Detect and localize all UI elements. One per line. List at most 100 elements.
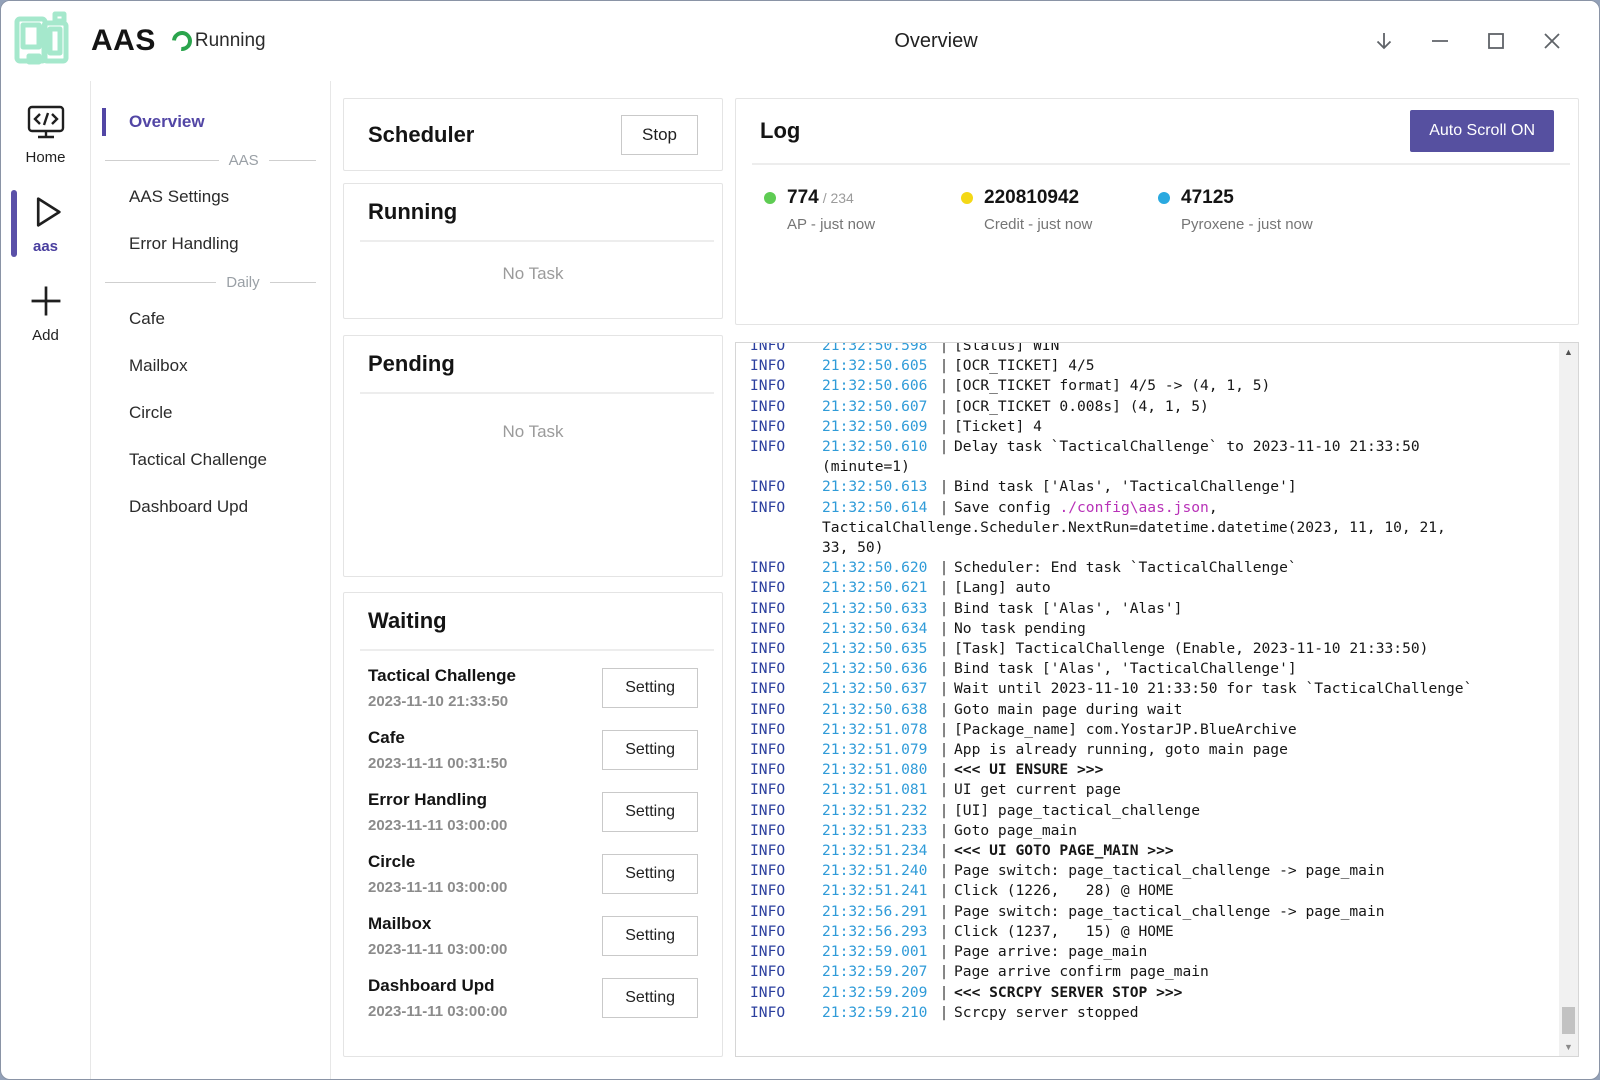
log-level: INFO <box>750 962 822 982</box>
log-line: INFO21:32:50.605|[OCR_TICKET] 4/5 <box>750 356 1559 376</box>
log-separator: | <box>934 780 954 800</box>
stat-value: 47125 <box>1181 187 1234 208</box>
log-separator: | <box>934 558 954 578</box>
log-message: No task pending <box>954 619 1559 639</box>
sidebar-item-label: Cafe <box>129 309 165 328</box>
log-message: [OCR_TICKET format] 4/5 -> (4, 1, 5) <box>954 376 1559 396</box>
log-timestamp: 21:32:56.291 <box>822 902 934 922</box>
rail-item-aas[interactable]: aas <box>1 192 90 255</box>
scheduler-status: Running <box>172 30 266 52</box>
log-timestamp: 21:32:50.620 <box>822 558 934 578</box>
log-message: Click (1226, 28) @ HOME <box>954 881 1559 901</box>
log-timestamp: 21:32:50.636 <box>822 659 934 679</box>
log-message: Scrcpy server stopped <box>954 1003 1559 1023</box>
log-level: INFO <box>750 780 822 800</box>
sidebar-item[interactable]: Mailbox <box>91 347 330 385</box>
log-separator: | <box>934 639 954 659</box>
sidebar-item-label: Tactical Challenge <box>129 450 267 469</box>
log-level <box>750 457 822 477</box>
log-line: INFO21:32:50.606|[OCR_TICKET format] 4/5… <box>750 376 1559 396</box>
log-line: INFO21:32:56.291|Page switch: page_tacti… <box>750 902 1559 922</box>
log-line: |33, 50) <box>750 538 1559 558</box>
scroll-down-icon[interactable]: ▼ <box>1559 1038 1578 1056</box>
log-message: Wait until 2023-11-10 21:33:50 for task … <box>954 679 1559 699</box>
log-timestamp: 21:32:51.233 <box>822 821 934 841</box>
scrollbar-thumb[interactable] <box>1562 1007 1575 1034</box>
setting-button[interactable]: Setting <box>602 730 698 770</box>
log-line: INFO21:32:59.209|<<< SCRCPY SERVER STOP … <box>750 983 1559 1003</box>
log-line: INFO21:32:59.210|Scrcpy server stopped <box>750 1003 1559 1023</box>
waiting-task-date: 2023-11-11 03:00:00 <box>368 1003 507 1020</box>
sidebar-item[interactable]: Overview <box>91 103 330 141</box>
running-empty-text: No Task <box>344 242 722 318</box>
log-level: INFO <box>750 397 822 417</box>
log-level: INFO <box>750 356 822 376</box>
log-message: Bind task ['Alas', 'Alas'] <box>954 599 1559 619</box>
log-message: <<< UI GOTO PAGE_MAIN >>> <box>954 841 1559 861</box>
rail-label: aas <box>33 238 58 255</box>
waiting-task-row: Dashboard Upd 2023-11-11 03:00:00 Settin… <box>368 967 698 1029</box>
log-timestamp: 21:32:50.621 <box>822 578 934 598</box>
sidebar-item-label: Mailbox <box>129 356 188 375</box>
log-separator: | <box>934 942 954 962</box>
rail-item-add[interactable]: Add <box>1 281 90 344</box>
log-separator: | <box>934 902 954 922</box>
stat-label: Pyroxene - just now <box>1181 216 1313 233</box>
log-line: INFO21:32:51.240|Page switch: page_tacti… <box>750 861 1559 881</box>
log-scrollbar[interactable]: ▲ ▼ <box>1559 343 1578 1056</box>
log-separator: | <box>934 578 954 598</box>
log-message: Save config ./config\aas.json, <box>954 498 1559 518</box>
log-timestamp: 21:32:50.609 <box>822 417 934 437</box>
sidebar-item[interactable]: Circle <box>91 394 330 432</box>
setting-button[interactable]: Setting <box>602 792 698 832</box>
sidebar-item[interactable]: AAS Settings <box>91 178 330 216</box>
log-line: |TacticalChallenge.Scheduler.NextRun=dat… <box>750 518 1559 538</box>
setting-button[interactable]: Setting <box>602 916 698 956</box>
stat-item: 774/ 234 AP - just now <box>764 187 961 233</box>
setting-button[interactable]: Setting <box>602 978 698 1018</box>
rail-item-home[interactable]: Home <box>1 103 90 166</box>
close-button[interactable] <box>1531 20 1573 62</box>
log-separator: | <box>934 342 954 356</box>
stat-item: 47125 Pyroxene - just now <box>1158 187 1355 233</box>
log-timestamp: 21:32:59.209 <box>822 983 934 1003</box>
log-line: INFO21:32:50.614|Save config ./config\aa… <box>750 498 1559 518</box>
app-window: AAS Running Overview Home <box>0 0 1600 1080</box>
sidebar-item[interactable]: Error Handling <box>91 225 330 263</box>
sidebar-item[interactable]: Cafe <box>91 300 330 338</box>
stat-dot-icon <box>1158 192 1170 204</box>
log-timestamp: 21:32:59.207 <box>822 962 934 982</box>
log-line: INFO21:32:50.610|Delay task `TacticalCha… <box>750 437 1559 457</box>
log-card: Log Auto Scroll ON 774/ 234 AP - just no… <box>735 98 1579 325</box>
auto-scroll-button[interactable]: Auto Scroll ON <box>1410 110 1554 152</box>
maximize-button[interactable] <box>1475 20 1517 62</box>
log-message: Scheduler: End task `TacticalChallenge` <box>954 558 1559 578</box>
log-level: INFO <box>750 639 822 659</box>
log-message: UI get current page <box>954 780 1559 800</box>
log-separator: | <box>934 397 954 417</box>
log-timestamp: 21:32:50.605 <box>822 356 934 376</box>
log-level: INFO <box>750 679 822 699</box>
sidebar-item[interactable]: Dashboard Upd <box>91 488 330 526</box>
log-level: INFO <box>750 841 822 861</box>
waiting-task-date: 2023-11-11 03:00:00 <box>368 941 507 958</box>
sidebar-item[interactable]: Tactical Challenge <box>91 441 330 479</box>
stop-button[interactable]: Stop <box>621 115 698 155</box>
setting-button[interactable]: Setting <box>602 668 698 708</box>
sidebar-item[interactable]: AAS <box>91 150 330 171</box>
log-timestamp: 21:32:59.001 <box>822 942 934 962</box>
stat-dot-icon <box>764 192 776 204</box>
sidebar-item[interactable]: Daily <box>91 272 330 293</box>
log-level: INFO <box>750 902 822 922</box>
log-level: INFO <box>750 619 822 639</box>
log-separator: | <box>934 983 954 1003</box>
minimize-button[interactable] <box>1419 20 1461 62</box>
log-title: Log <box>760 118 800 144</box>
log-line: INFO21:32:51.241|Click (1226, 28) @ HOME <box>750 881 1559 901</box>
scroll-up-icon[interactable]: ▲ <box>1559 343 1578 361</box>
log-separator: | <box>934 962 954 982</box>
check-update-button[interactable] <box>1363 20 1405 62</box>
log-timestamp: 21:32:50.638 <box>822 700 934 720</box>
log-level: INFO <box>750 821 822 841</box>
setting-button[interactable]: Setting <box>602 854 698 894</box>
